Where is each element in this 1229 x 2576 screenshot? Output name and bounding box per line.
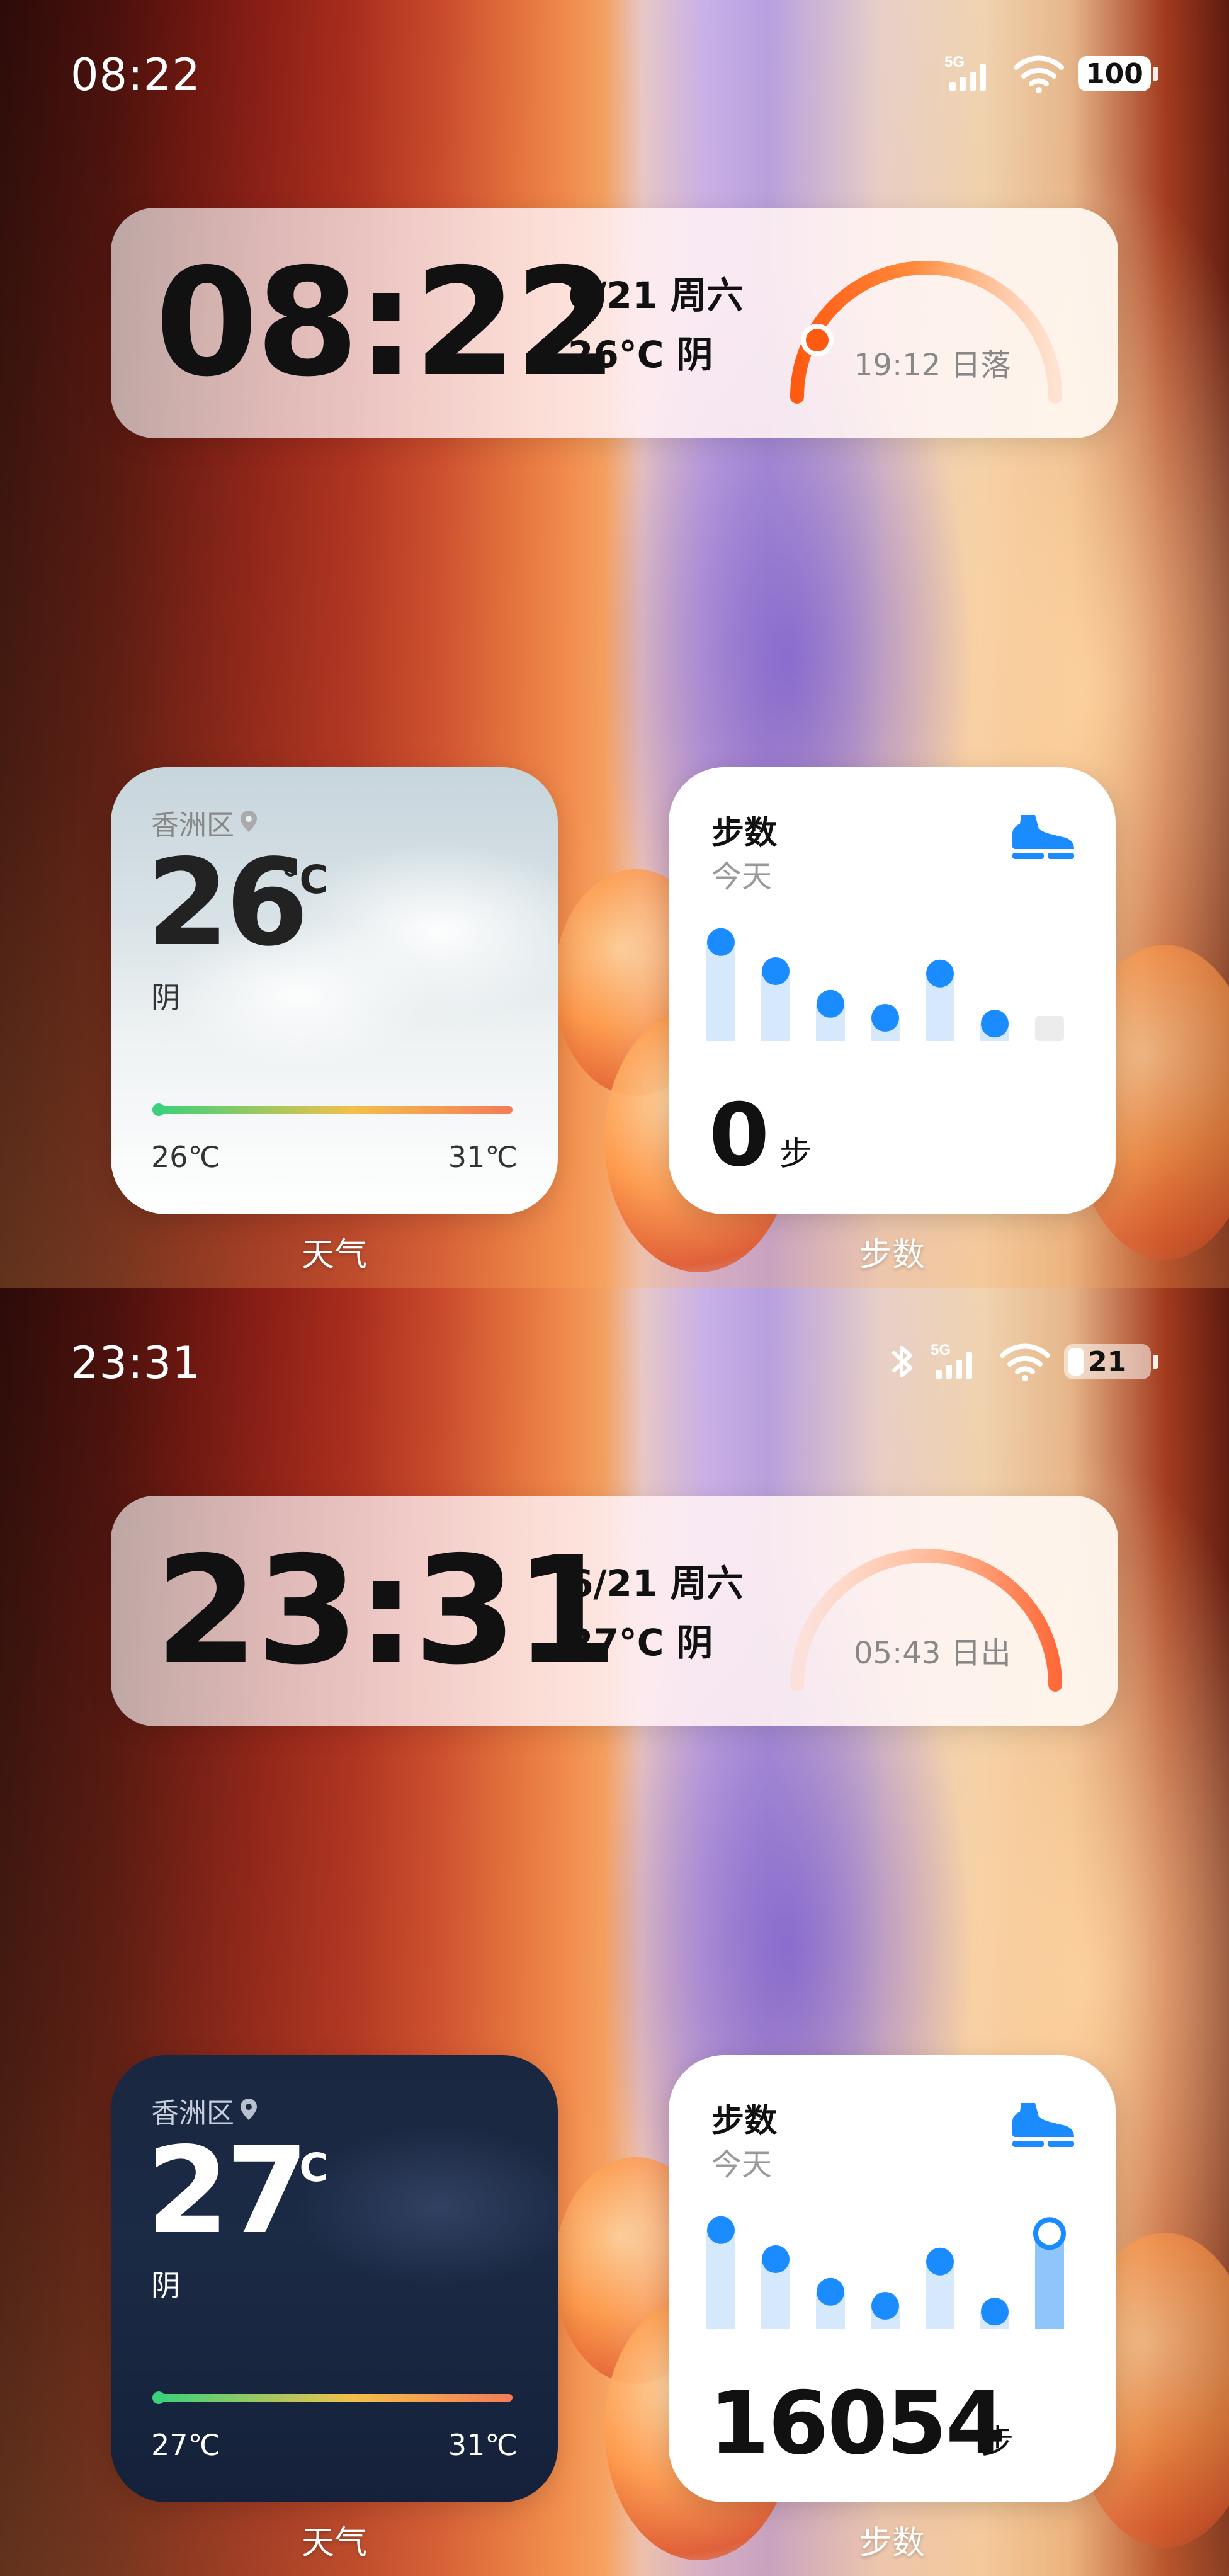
shoe-icon <box>1012 812 1075 863</box>
steps-bar-dot <box>981 1010 1009 1038</box>
steps-title: 步数 <box>711 814 778 852</box>
steps-bar-dot <box>762 957 790 985</box>
steps-bar-dot <box>707 2216 735 2244</box>
shoe-icon <box>1012 2100 1075 2151</box>
high-temperature: 31℃ <box>448 1140 518 1174</box>
sunrise-arc-icon <box>790 1549 1062 1692</box>
temperature-range-bar <box>152 1103 513 1116</box>
steps-unit: 步 <box>779 1136 813 1173</box>
weather-widget-label: 天气 <box>301 2524 367 2562</box>
status-time: 08:22 <box>71 49 201 101</box>
steps-chart <box>706 928 1064 1041</box>
steps-bar-dot <box>926 959 954 988</box>
clock-time: 08:22 <box>155 236 618 409</box>
clock-widget[interactable]: 23:31 6/21 周六 27°C 阴 05:43 日出 <box>111 1496 1118 1726</box>
signal-5g-icon: 5G <box>944 52 1000 96</box>
status-bar: 23:31 5G 21 <box>0 1288 1229 1439</box>
steps-count: 0 <box>709 1085 769 1186</box>
steps-bar-dot <box>926 2247 954 2276</box>
weather-widget[interactable]: 香洲区 26 ℃ 阴 26℃ 31℃ <box>111 767 558 1214</box>
temperature-range-bar <box>152 2391 513 2404</box>
svg-text:5G: 5G <box>944 54 965 71</box>
steps-bar-dot <box>762 2245 790 2273</box>
weather-condition: 阴 <box>151 2269 180 2303</box>
battery-icon: 21 <box>1064 1344 1158 1379</box>
steps-bar-dot <box>871 1004 899 1032</box>
status-bar: 08:22 5G 100 <box>0 0 1229 151</box>
weather-widget[interactable]: 香洲区 27 ℃ 阴 27℃ 31℃ <box>111 2055 558 2502</box>
steps-subtitle: 今天 <box>711 859 773 894</box>
battery-icon: 100 <box>1078 56 1158 91</box>
screen-day: 08:22 5G 100 08:22 6/21 周六 26°C 阴 19:12 … <box>0 0 1229 1288</box>
low-temperature: 27℃ <box>151 2428 221 2462</box>
status-time: 23:31 <box>71 1337 201 1389</box>
steps-bar-empty <box>1035 1016 1064 1041</box>
steps-unit: 步 <box>981 2424 1014 2461</box>
steps-widget-label: 步数 <box>859 2524 925 2562</box>
steps-bar <box>706 942 735 1041</box>
steps-bar-dot <box>817 989 844 1018</box>
sunset-arc-icon <box>790 261 1062 404</box>
screen-night: 23:31 5G 21 23:31 6/21 周六 27°C 阴 05:43 日… <box>0 1288 1229 2576</box>
clock-date: 6/21 周六 <box>568 274 744 317</box>
weather-widget-label: 天气 <box>301 1236 367 1274</box>
current-temp-dot <box>152 1103 165 1116</box>
battery-level: 21 <box>1088 1345 1127 1378</box>
sunset-time: 19:12 日落 <box>854 348 1011 383</box>
steps-bar-dot <box>817 2277 844 2306</box>
steps-title: 步数 <box>711 2102 778 2140</box>
steps-bar <box>706 2230 735 2329</box>
clock-weather: 26°C 阴 <box>568 333 713 376</box>
steps-bar-dot <box>871 2292 899 2320</box>
weather-unit: ℃ <box>281 857 329 903</box>
svg-text:5G: 5G <box>931 1342 951 1359</box>
high-temperature: 31℃ <box>448 2428 518 2462</box>
wifi-icon <box>1014 54 1064 94</box>
weather-condition: 阴 <box>151 981 180 1015</box>
steps-subtitle: 今天 <box>711 2147 773 2182</box>
wifi-icon <box>1000 1342 1050 1382</box>
steps-bar-dot <box>707 928 735 956</box>
clock-weather: 27°C 阴 <box>568 1621 713 1664</box>
steps-bar-dot <box>981 2298 1009 2326</box>
current-temp-dot <box>152 2391 165 2404</box>
steps-widget[interactable]: 步数 今天 16054 步 <box>669 2055 1116 2502</box>
steps-count: 16054 <box>709 2373 1006 2474</box>
bluetooth-icon <box>889 1342 917 1382</box>
clock-widget[interactable]: 08:22 6/21 周六 26°C 阴 19:12 日落 <box>111 208 1118 438</box>
battery-level: 100 <box>1078 56 1151 91</box>
steps-widget-label: 步数 <box>859 1236 925 1274</box>
steps-chart <box>706 2216 1066 2329</box>
sunrise-time: 05:43 日出 <box>854 1636 1011 1671</box>
low-temperature: 26℃ <box>151 1140 221 1174</box>
clock-date: 6/21 周六 <box>568 1562 744 1605</box>
steps-widget[interactable]: 步数 今天 0 步 <box>669 767 1116 1214</box>
signal-5g-icon: 5G <box>931 1340 986 1384</box>
weather-unit: ℃ <box>281 2145 329 2191</box>
steps-bar-dot <box>1033 2217 1066 2250</box>
clock-time: 23:31 <box>155 1524 618 1697</box>
